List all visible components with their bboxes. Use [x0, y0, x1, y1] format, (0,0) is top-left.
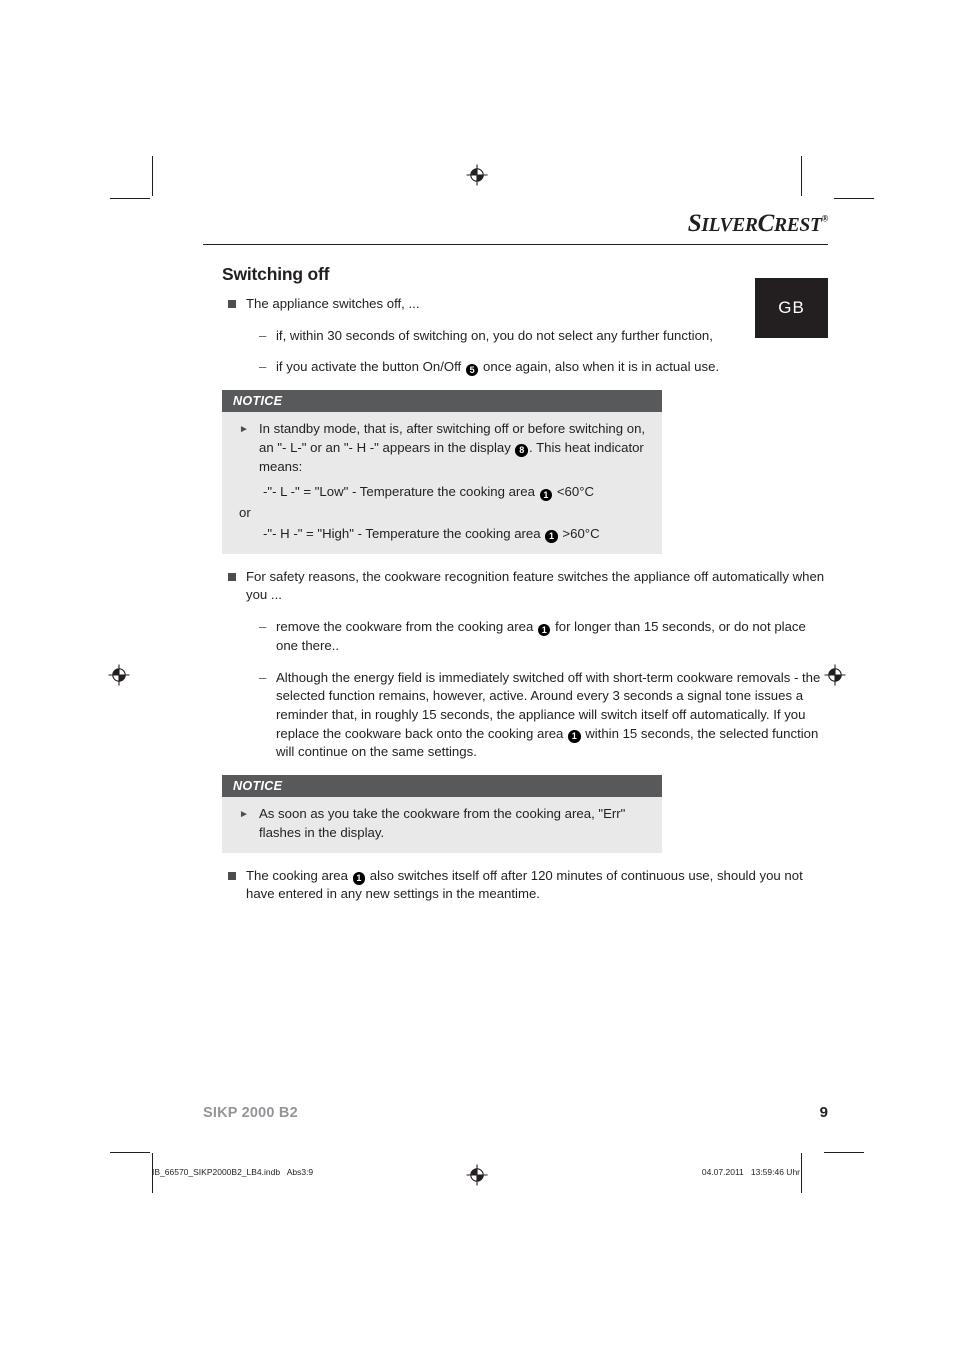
list-item: -"- H -" = "High" - Temperature the cook… — [263, 525, 650, 544]
callout-badge-1: 1 — [352, 872, 366, 885]
crop-mark-top-right-horizontal — [834, 198, 874, 199]
list-item: ► As soon as you take the cookware from … — [239, 805, 650, 842]
main-content: The appliance switches off, ... – if, wi… — [222, 295, 828, 904]
logo-text-rest: REST — [773, 215, 822, 236]
crop-mark-bottom-right-horizontal — [824, 1152, 864, 1153]
triangle-bullet-icon: ► — [239, 424, 249, 436]
callout-badge-1: 1 — [568, 730, 581, 743]
model-number: SIKP 2000 B2 — [203, 1105, 298, 1121]
text-before-badge: -"- L -" = "Low" - Temperature the cooki… — [263, 484, 539, 500]
dash-bullet-icon: – — [259, 669, 267, 685]
list-item: -"- L -" = "Low" - Temperature the cooki… — [263, 483, 650, 502]
text-after-badge: once again, also when it is in actual us… — [479, 359, 720, 375]
registration-mark-top — [466, 164, 488, 186]
crop-mark-top-left-vertical — [152, 156, 153, 196]
crop-mark-bottom-left-horizontal — [110, 1152, 150, 1153]
page-footer: SIKP 2000 B2 9 — [203, 1104, 828, 1121]
crop-mark-bottom-right-vertical — [801, 1153, 802, 1193]
logo-letter-s: S — [687, 210, 702, 237]
triangle-bullet-icon: ► — [239, 809, 249, 821]
list-item-text: For safety reasons, the cookware recogni… — [246, 568, 825, 603]
list-item: – remove the cookware from the cooking a… — [259, 618, 828, 655]
square-bullet-icon — [228, 871, 236, 880]
callout-badge-1: 1 — [539, 488, 553, 502]
silvercrest-logo: SILVERCREST® — [687, 210, 829, 238]
list-item: ► In standby mode, that is, after switch… — [239, 420, 650, 476]
registration-mark-left — [108, 664, 130, 686]
square-bullet-icon — [228, 300, 236, 308]
list-item-text: Although the energy field is immediately… — [276, 669, 828, 763]
dash-bullet-icon: – — [259, 327, 267, 343]
notice-box-2: NOTICE ► As soon as you take the cookwar… — [222, 775, 662, 853]
notice-body: ► In standby mode, that is, after switch… — [222, 412, 662, 554]
text-after-badge: <60°C — [553, 484, 594, 500]
text-before-badge: remove the cookware from the cooking are… — [276, 619, 537, 635]
dash-bullet-icon: – — [259, 359, 267, 375]
registered-trademark-icon: ® — [821, 213, 829, 224]
list-item: – Although the energy field is immediate… — [259, 669, 828, 763]
notice-header-label: NOTICE — [222, 775, 662, 798]
list-item-text: if you activate the button On/Off 5 once… — [276, 358, 828, 377]
text-before-badge: The cooking area — [246, 867, 352, 883]
language-tab-gb[interactable]: GB — [755, 278, 828, 338]
callout-badge-8: 8 — [515, 444, 528, 457]
callout-badge-5: 5 — [465, 363, 479, 377]
list-item-text: As soon as you take the cookware from th… — [259, 806, 626, 840]
text-before-badge: -"- H -" = "High" - Temperature the cook… — [263, 525, 545, 541]
notice-separator-or: or — [239, 505, 251, 521]
language-tab-label: GB — [778, 298, 805, 317]
logo-letter-c: C — [757, 210, 775, 237]
page-title: Switching off — [222, 264, 330, 284]
list-item-text: The cooking area 1 also switches itself … — [246, 867, 828, 904]
notice-header-label: NOTICE — [222, 390, 662, 413]
list-item-text: -"- L -" = "Low" - Temperature the cooki… — [263, 483, 650, 502]
crop-mark-top-left-horizontal — [110, 198, 150, 199]
text-after-badge: >60°C — [558, 525, 600, 541]
list-item: The cooking area 1 also switches itself … — [228, 867, 828, 904]
callout-badge-1: 1 — [545, 530, 558, 543]
list-item-text: -"- H -" = "High" - Temperature the cook… — [263, 525, 650, 544]
text-before-badge: if you activate the button On/Off — [276, 359, 465, 375]
print-source-filename: IB_66570_SIKP2000B2_LB4.indb Abs3:9 — [152, 1167, 314, 1177]
callout-badge-1: 1 — [537, 623, 551, 637]
notice-box-1: NOTICE ► In standby mode, that is, after… — [222, 390, 662, 554]
list-item-text: remove the cookware from the cooking are… — [276, 618, 828, 655]
dash-bullet-icon: – — [259, 619, 267, 635]
square-bullet-icon — [228, 572, 236, 581]
list-item: For safety reasons, the cookware recogni… — [228, 568, 828, 605]
page-number: 9 — [819, 1104, 828, 1121]
registration-mark-bottom — [466, 1164, 488, 1186]
logo-text-ilver: ILVER — [701, 215, 758, 236]
brand-header: SILVERCREST® — [203, 200, 829, 242]
list-item-text: In standby mode, that is, after switchin… — [259, 420, 650, 476]
print-timestamp: 04.07.2011 13:59:46 Uhr — [701, 1167, 800, 1177]
page-content: SILVERCREST® Switching off The appliance… — [203, 200, 828, 908]
list-item: The appliance switches off, ... — [228, 295, 828, 314]
list-item-text: if, within 30 seconds of switching on, y… — [276, 327, 713, 343]
list-item: – if, within 30 seconds of switching on,… — [259, 327, 828, 346]
list-item-text: The appliance switches off, ... — [246, 296, 420, 311]
notice-body: ► As soon as you take the cookware from … — [222, 797, 662, 853]
header-divider — [203, 244, 828, 245]
crop-mark-top-right-vertical — [801, 156, 802, 196]
list-item: – if you activate the button On/Off 5 on… — [259, 358, 828, 377]
